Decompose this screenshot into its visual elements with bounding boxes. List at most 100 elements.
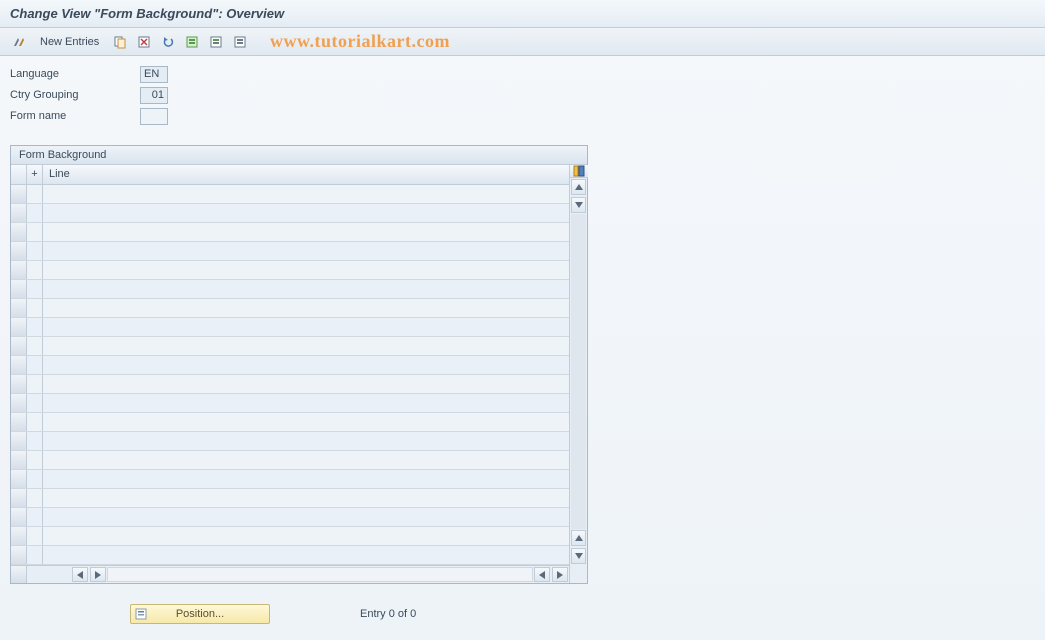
row-selector[interactable] [11,204,27,222]
row-line-cell[interactable] [43,223,569,241]
row-line-cell[interactable] [43,204,569,222]
header-line[interactable]: Line [43,165,569,184]
row-selector[interactable] [11,242,27,260]
row-line-cell[interactable] [43,394,569,412]
hscroll-first-icon[interactable] [72,567,88,582]
row-plus-cell[interactable] [27,413,43,431]
row-line-cell[interactable] [43,451,569,469]
delete-icon[interactable] [135,33,153,51]
row-selector[interactable] [11,508,27,526]
table-row[interactable] [11,261,569,280]
row-line-cell[interactable] [43,356,569,374]
row-selector[interactable] [11,337,27,355]
row-line-cell[interactable] [43,318,569,336]
table-row[interactable] [11,470,569,489]
row-selector[interactable] [11,527,27,545]
row-line-cell[interactable] [43,508,569,526]
vscroll-up2-icon[interactable] [571,530,586,546]
row-plus-cell[interactable] [27,375,43,393]
table-row[interactable] [11,185,569,204]
row-line-cell[interactable] [43,337,569,355]
row-selector[interactable] [11,489,27,507]
row-plus-cell[interactable] [27,185,43,203]
table-row[interactable] [11,394,569,413]
row-selector[interactable] [11,375,27,393]
row-selector[interactable] [11,394,27,412]
deselect-all-icon[interactable] [231,33,249,51]
row-plus-cell[interactable] [27,394,43,412]
row-plus-cell[interactable] [27,318,43,336]
table-row[interactable] [11,356,569,375]
table-row[interactable] [11,527,569,546]
row-line-cell[interactable] [43,546,569,564]
row-plus-cell[interactable] [27,242,43,260]
row-plus-cell[interactable] [27,204,43,222]
header-plus[interactable]: + [27,165,43,184]
row-selector[interactable] [11,356,27,374]
hscroll-right-icon[interactable] [534,567,550,582]
row-line-cell[interactable] [43,185,569,203]
row-plus-cell[interactable] [27,527,43,545]
table-row[interactable] [11,413,569,432]
vscroll-track[interactable] [571,214,586,529]
table-row[interactable] [11,204,569,223]
row-line-cell[interactable] [43,299,569,317]
table-row[interactable] [11,318,569,337]
row-selector[interactable] [11,470,27,488]
table-row[interactable] [11,489,569,508]
row-plus-cell[interactable] [27,261,43,279]
table-settings-icon[interactable] [570,165,588,178]
ctry-grouping-field[interactable] [140,87,168,104]
table-row[interactable] [11,451,569,470]
row-plus-cell[interactable] [27,432,43,450]
row-line-cell[interactable] [43,242,569,260]
row-plus-cell[interactable] [27,299,43,317]
table-row[interactable] [11,375,569,394]
toggle-icon[interactable] [10,33,28,51]
row-selector[interactable] [11,185,27,203]
row-plus-cell[interactable] [27,280,43,298]
row-plus-cell[interactable] [27,451,43,469]
table-row[interactable] [11,508,569,527]
vscroll-down2-icon[interactable] [571,548,586,564]
row-line-cell[interactable] [43,280,569,298]
row-selector[interactable] [11,299,27,317]
row-line-cell[interactable] [43,413,569,431]
row-line-cell[interactable] [43,527,569,545]
row-plus-cell[interactable] [27,508,43,526]
table-row[interactable] [11,223,569,242]
row-selector[interactable] [11,318,27,336]
row-plus-cell[interactable] [27,356,43,374]
position-button[interactable]: Position... [130,604,270,624]
row-selector[interactable] [11,546,27,564]
row-plus-cell[interactable] [27,470,43,488]
row-selector[interactable] [11,280,27,298]
table-row[interactable] [11,432,569,451]
row-plus-cell[interactable] [27,337,43,355]
row-selector[interactable] [11,413,27,431]
form-name-field[interactable] [140,108,168,125]
undo-icon[interactable] [159,33,177,51]
row-selector[interactable] [11,451,27,469]
language-field[interactable] [140,66,168,83]
row-plus-cell[interactable] [27,489,43,507]
hscroll-last-icon[interactable] [552,567,568,582]
hscroll-left-icon[interactable] [90,567,106,582]
row-line-cell[interactable] [43,375,569,393]
row-selector[interactable] [11,432,27,450]
header-row-selector[interactable] [11,165,27,184]
table-row[interactable] [11,280,569,299]
row-selector[interactable] [11,223,27,241]
table-row[interactable] [11,242,569,261]
table-row[interactable] [11,546,569,565]
copy-as-icon[interactable] [111,33,129,51]
row-line-cell[interactable] [43,470,569,488]
row-selector[interactable] [11,261,27,279]
vscroll-down-icon[interactable] [571,197,586,213]
row-line-cell[interactable] [43,261,569,279]
row-plus-cell[interactable] [27,546,43,564]
row-plus-cell[interactable] [27,223,43,241]
row-line-cell[interactable] [43,489,569,507]
hscroll-track[interactable] [107,567,533,582]
new-entries-button[interactable]: New Entries [34,34,105,50]
